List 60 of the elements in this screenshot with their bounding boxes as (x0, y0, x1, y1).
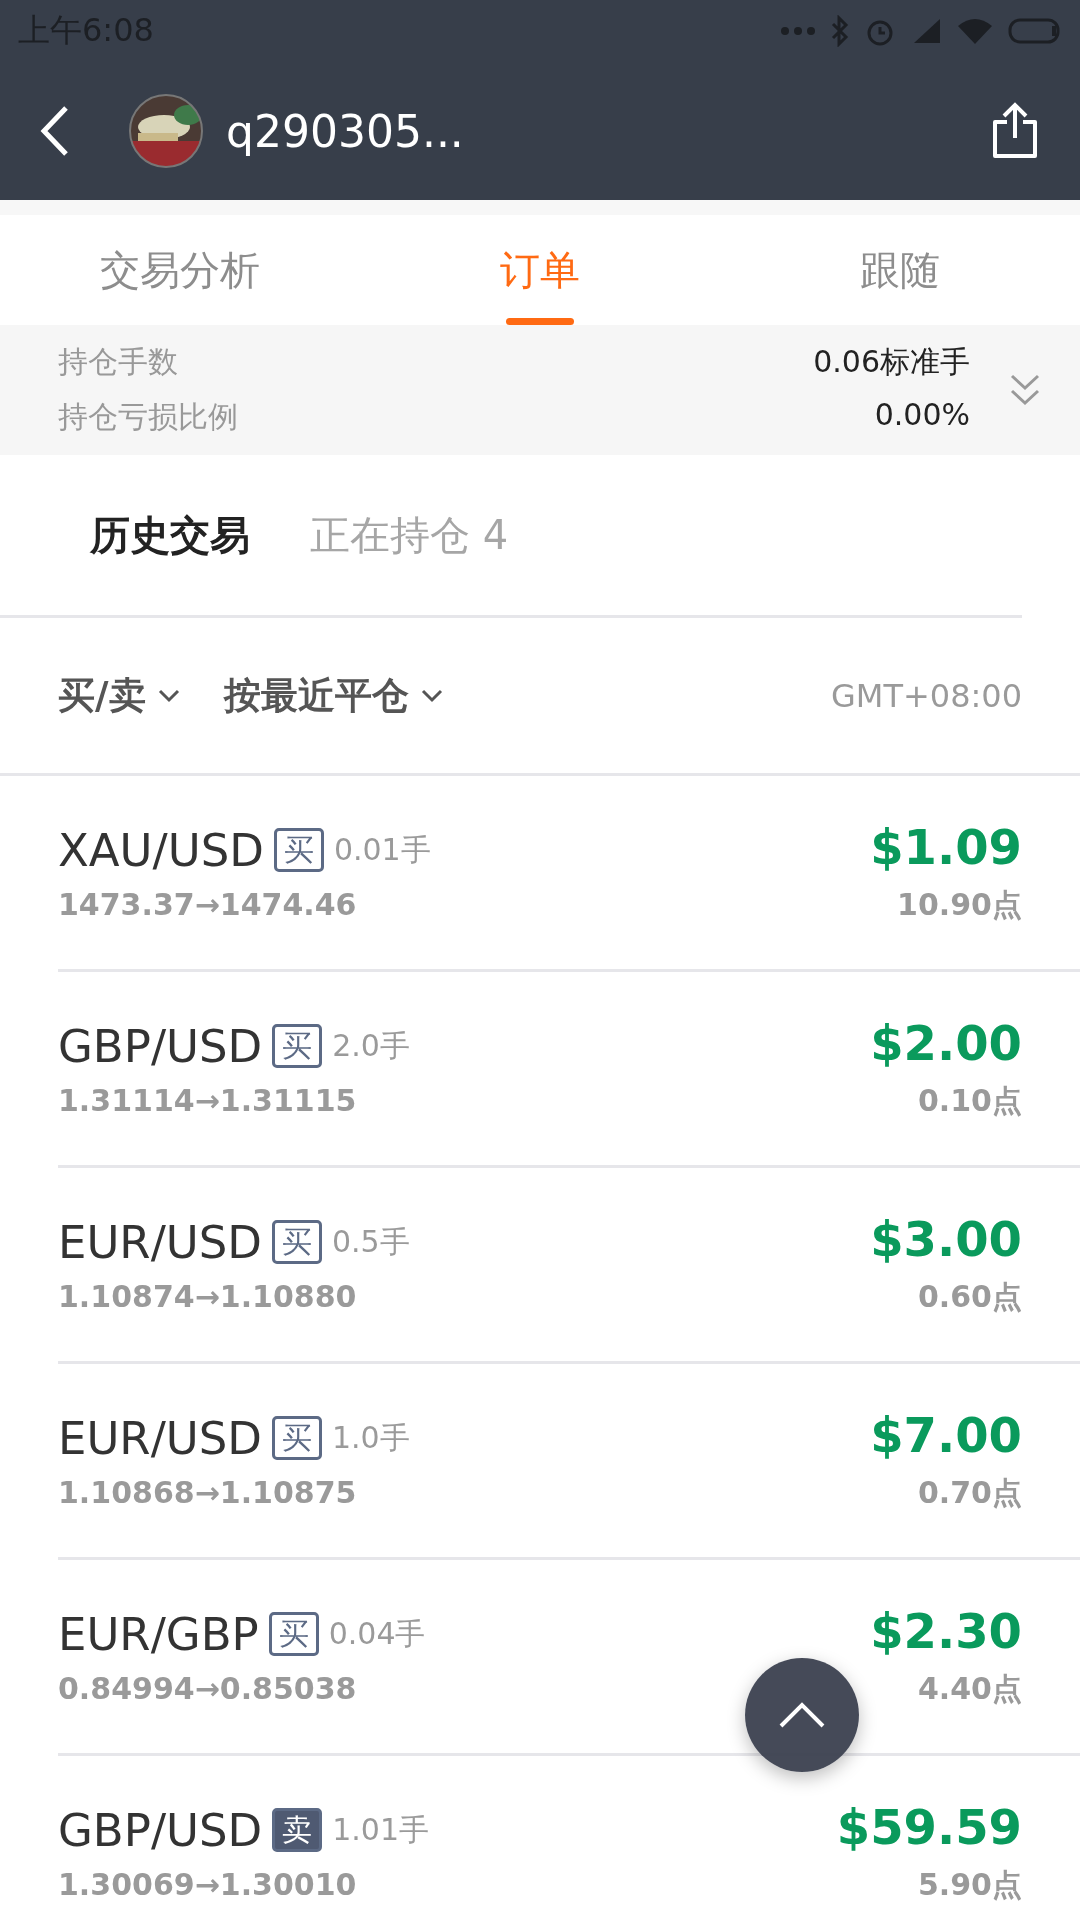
side-tag: 买 (271, 1416, 322, 1460)
lot-size: 2.0手 (332, 1026, 410, 1065)
lot-size: 0.04手 (328, 1614, 426, 1653)
profit-amount: $7.00 (870, 1407, 1022, 1463)
timezone-label: GMT+08:00 (831, 676, 1022, 715)
side-tag: 卖 (272, 1808, 323, 1852)
share-icon[interactable] (990, 102, 1040, 160)
chevron-up-icon (778, 1701, 826, 1729)
summary-label: 持仓手数 (58, 343, 178, 381)
chevron-down-icon (157, 688, 180, 703)
symbol-name: EUR/USD (58, 1411, 262, 1465)
side-tag: 买 (272, 1024, 323, 1068)
tab[interactable]: 跟随 (720, 215, 1080, 325)
tab[interactable]: 订单 (360, 215, 720, 325)
symbol-name: EUR/USD (58, 1215, 262, 1269)
tab[interactable]: 交易分析 (0, 215, 360, 325)
profit-amount: $1.09 (870, 819, 1022, 875)
header-title: q290305... (226, 105, 465, 157)
symbol-name: GBP/USD (58, 1803, 263, 1857)
summary-value: 0.06标准手 (813, 343, 970, 381)
chevron-down-icon (420, 688, 443, 703)
points-value: 5.90点 (917, 1866, 1022, 1904)
wifi-icon (956, 16, 994, 46)
side-tag: 买 (268, 1612, 319, 1656)
bluetooth-icon (830, 15, 850, 47)
side-tag: 买 (271, 1220, 322, 1264)
price-range: 1.30069→1.30010 (58, 1866, 358, 1902)
price-range: 0.84994→0.85038 (58, 1670, 358, 1706)
price-range: 1.10874→1.10880 (58, 1278, 358, 1314)
dots-icon (780, 26, 816, 36)
points-value: 10.90点 (897, 886, 1022, 924)
battery-icon (1008, 18, 1062, 44)
points-value: 0.60点 (917, 1278, 1022, 1316)
sub-tab[interactable]: 正在持仓 4 (310, 507, 509, 563)
expand-icon[interactable] (1010, 373, 1040, 407)
price-range: 1473.37→1474.46 (58, 886, 358, 922)
points-value: 4.40点 (917, 1670, 1022, 1708)
price-range: 1.31114→1.31115 (58, 1082, 358, 1118)
symbol-name: GBP/USD (58, 1019, 263, 1073)
profit-amount: $59.59 (836, 1799, 1022, 1855)
back-icon[interactable] (40, 105, 70, 157)
profit-amount: $3.00 (870, 1211, 1022, 1267)
lot-size: 1.01手 (332, 1810, 429, 1849)
lot-size: 0.01手 (333, 830, 431, 869)
side-tag: 买 (273, 828, 324, 872)
profit-amount: $2.30 (870, 1603, 1022, 1659)
price-range: 1.10868→1.10875 (58, 1474, 358, 1510)
filter-dropdown[interactable]: 按最近平仓 (223, 670, 443, 721)
filter-dropdown[interactable]: 买/卖 (58, 670, 180, 721)
symbol-name: XAU/USD (58, 823, 264, 877)
points-value: 0.10点 (917, 1082, 1022, 1120)
summary-value: 0.00% (874, 397, 970, 434)
points-value: 0.70点 (917, 1474, 1022, 1512)
summary-label: 持仓亏损比例 (58, 398, 238, 436)
lot-size: 0.5手 (331, 1222, 410, 1261)
symbol-name: EUR/GBP (58, 1607, 259, 1661)
lot-size: 1.0手 (331, 1418, 410, 1457)
sub-tab[interactable]: 历史交易 (90, 507, 250, 563)
scroll-top-button[interactable] (745, 1658, 859, 1772)
profit-amount: $2.00 (870, 1015, 1022, 1071)
